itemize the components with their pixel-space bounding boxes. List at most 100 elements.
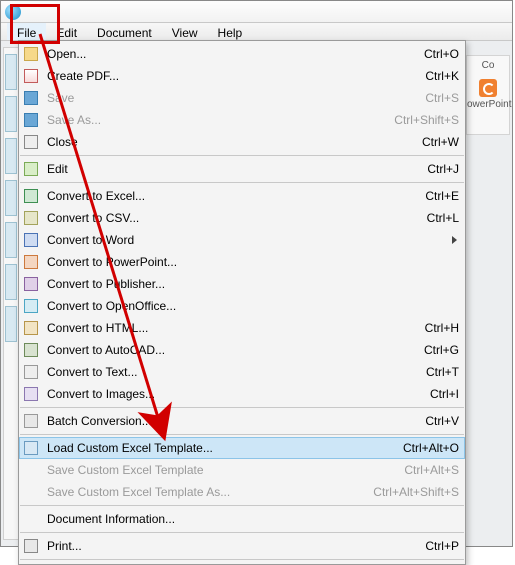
menu-file[interactable]: File — [7, 23, 46, 40]
menu-item-shortcut: Ctrl+W — [412, 135, 459, 149]
menu-separator — [20, 407, 464, 408]
menu-convert-word[interactable]: Convert to Word — [19, 229, 465, 251]
menu-convert-images[interactable]: Convert to Images... Ctrl+I — [19, 383, 465, 405]
menu-separator — [20, 155, 464, 156]
menu-item-shortcut: Ctrl+T — [416, 365, 459, 379]
html-icon — [21, 320, 41, 336]
menu-item-label: Save Custom Excel Template — [41, 463, 394, 477]
menu-item-shortcut: Ctrl+L — [417, 211, 459, 225]
menu-convert-csv[interactable]: Convert to CSV... Ctrl+L — [19, 207, 465, 229]
menu-save-as: Save As... Ctrl+Shift+S — [19, 109, 465, 131]
menu-item-label: Convert to HTML... — [41, 321, 415, 335]
menu-item-shortcut: Ctrl+J — [417, 162, 459, 176]
menu-item-label: Convert to Word — [41, 233, 449, 247]
menu-save-custom-excel-template-as: Save Custom Excel Template As... Ctrl+Al… — [19, 481, 465, 503]
menu-separator — [20, 434, 464, 435]
convert-panel: Co owerPoint — [466, 55, 510, 135]
powerpoint-icon[interactable] — [479, 79, 497, 97]
excel-icon — [21, 188, 41, 204]
menu-item-label: Save Custom Excel Template As... — [41, 485, 363, 499]
menu-document[interactable]: Document — [87, 23, 162, 40]
menu-save-custom-excel-template: Save Custom Excel Template Ctrl+Alt+S — [19, 459, 465, 481]
powerpoint-icon — [21, 254, 41, 270]
thumbnail-strip — [3, 47, 19, 540]
app-icon — [5, 4, 21, 20]
edit-icon — [21, 161, 41, 177]
menu-item-label: Batch Conversion... — [41, 414, 415, 428]
menu-item-shortcut: Ctrl+Alt+Shift+S — [363, 485, 459, 499]
publisher-icon — [21, 276, 41, 292]
menu-create-pdf[interactable]: Create PDF... Ctrl+K — [19, 65, 465, 87]
menu-item-label: Print... — [41, 539, 415, 553]
menu-separator — [20, 182, 464, 183]
menu-edit[interactable]: Edit — [46, 23, 87, 40]
page-thumb[interactable] — [5, 54, 17, 90]
menu-item-label: Convert to PowerPoint... — [41, 255, 449, 269]
menu-help[interactable]: Help — [208, 23, 253, 40]
menu-item-shortcut: Ctrl+V — [415, 414, 459, 428]
menu-item-label: Close — [41, 135, 412, 149]
menu-item-shortcut: Ctrl+S — [415, 91, 459, 105]
menu-load-custom-excel-template[interactable]: Load Custom Excel Template... Ctrl+Alt+O — [19, 437, 465, 459]
menubar: File Edit Document View Help — [1, 23, 512, 41]
autocad-icon — [21, 342, 41, 358]
menu-item-shortcut: Ctrl+Alt+S — [394, 463, 459, 477]
menu-item-shortcut: Ctrl+Alt+O — [393, 441, 459, 455]
convert-panel-ppt-label: owerPoint — [467, 99, 509, 110]
menu-item-label: Convert to Excel... — [41, 189, 415, 203]
menu-item-shortcut: Ctrl+H — [415, 321, 459, 335]
menu-batch-conversion[interactable]: Batch Conversion... Ctrl+V — [19, 410, 465, 432]
menu-item-label: Create PDF... — [41, 69, 415, 83]
close-icon — [21, 134, 41, 150]
menu-edit-mode[interactable]: Edit Ctrl+J — [19, 158, 465, 180]
menu-close[interactable]: Close Ctrl+W — [19, 131, 465, 153]
batch-icon — [21, 413, 41, 429]
menu-separator — [20, 505, 464, 506]
menu-document-information[interactable]: Document Information... — [19, 508, 465, 530]
page-thumb[interactable] — [5, 180, 17, 216]
menu-item-shortcut: Ctrl+O — [414, 47, 459, 61]
menu-convert-powerpoint[interactable]: Convert to PowerPoint... — [19, 251, 465, 273]
menu-convert-openoffice[interactable]: Convert to OpenOffice... — [19, 295, 465, 317]
page-thumb[interactable] — [5, 138, 17, 174]
menu-open[interactable]: Open... Ctrl+O — [19, 43, 465, 65]
menu-item-label: Convert to Images... — [41, 387, 420, 401]
menu-save: Save Ctrl+S — [19, 87, 465, 109]
menu-convert-publisher[interactable]: Convert to Publisher... — [19, 273, 465, 295]
menu-item-shortcut: Ctrl+K — [415, 69, 459, 83]
convert-panel-header: Co — [467, 60, 509, 71]
menu-item-label: Save As... — [41, 113, 384, 127]
menu-separator — [20, 559, 464, 560]
load-template-icon — [21, 440, 41, 456]
menu-item-label: Document Information... — [41, 512, 449, 526]
page-thumb[interactable] — [5, 306, 17, 342]
page-thumb[interactable] — [5, 96, 17, 132]
menu-view[interactable]: View — [162, 23, 208, 40]
menu-item-shortcut: Ctrl+E — [415, 189, 459, 203]
menu-item-label: Convert to Publisher... — [41, 277, 449, 291]
images-icon — [21, 386, 41, 402]
pdf-icon — [21, 68, 41, 84]
file-menu-dropdown: Open... Ctrl+O Create PDF... Ctrl+K Save… — [18, 40, 466, 565]
menu-convert-html[interactable]: Convert to HTML... Ctrl+H — [19, 317, 465, 339]
menu-item-label: Load Custom Excel Template... — [41, 441, 393, 455]
page-thumb[interactable] — [5, 222, 17, 258]
menu-item-label: Convert to CSV... — [41, 211, 417, 225]
menu-convert-excel[interactable]: Convert to Excel... Ctrl+E — [19, 185, 465, 207]
openoffice-icon — [21, 298, 41, 314]
menu-item-label: Convert to OpenOffice... — [41, 299, 449, 313]
save-as-icon — [21, 112, 41, 128]
menu-item-label: Open... — [41, 47, 414, 61]
page-thumb[interactable] — [5, 264, 17, 300]
menu-print[interactable]: Print... Ctrl+P — [19, 535, 465, 557]
open-icon — [21, 46, 41, 62]
csv-icon — [21, 210, 41, 226]
word-icon — [21, 232, 41, 248]
menu-item-shortcut: Ctrl+Shift+S — [384, 113, 459, 127]
menu-item-shortcut: Ctrl+I — [420, 387, 459, 401]
menu-convert-text[interactable]: Convert to Text... Ctrl+T — [19, 361, 465, 383]
menu-convert-autocad[interactable]: Convert to AutoCAD... Ctrl+G — [19, 339, 465, 361]
save-icon — [21, 90, 41, 106]
print-icon — [21, 538, 41, 554]
menu-item-label: Convert to AutoCAD... — [41, 343, 414, 357]
